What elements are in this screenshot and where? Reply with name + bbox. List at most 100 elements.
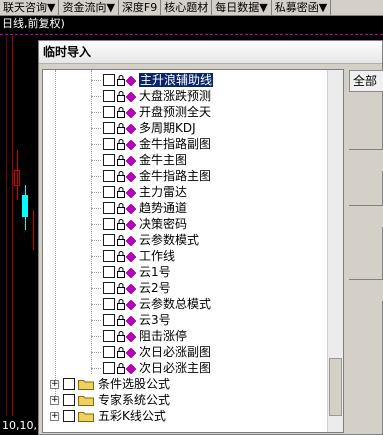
item-checkbox[interactable]: [103, 138, 115, 150]
tree-guide: [91, 128, 101, 129]
formula-item-label: 金牛指路副图: [139, 137, 212, 151]
menu-item-5[interactable]: 每日数据▼: [212, 0, 272, 16]
formula-diamond-icon: [125, 91, 137, 103]
formula-diamond-icon: [125, 155, 137, 167]
formula-tree[interactable]: 主升浪辅助线 大盘涨跌预测 开盘预测全天 多周期KDJ 金牛指路副图 金牛主图 金牛指路主图…: [42, 69, 344, 433]
item-checkbox[interactable]: [103, 234, 115, 246]
formula-item[interactable]: 次日必涨主图: [91, 360, 212, 376]
right-panel-field: [349, 279, 383, 301]
tree-guide: [91, 304, 101, 305]
menu-item-3[interactable]: 深度F9: [119, 0, 162, 16]
formula-diamond-icon: [125, 283, 137, 295]
tree-guide: [91, 160, 101, 161]
item-checkbox[interactable]: [103, 298, 115, 310]
lock-icon: [117, 314, 125, 326]
formula-item[interactable]: 阻击涨停: [91, 328, 188, 344]
tree-guide: [91, 240, 101, 241]
menu-item-2[interactable]: 资金流向▼: [59, 0, 119, 16]
formula-item[interactable]: 主力雷达: [91, 184, 188, 200]
menu-item-4[interactable]: 核心题材: [161, 0, 213, 16]
category-checkbox[interactable]: [63, 410, 75, 422]
item-checkbox[interactable]: [103, 106, 115, 118]
formula-diamond-icon: [125, 75, 137, 87]
expand-icon[interactable]: +: [50, 379, 59, 389]
formula-item[interactable]: 大盘涨跌预测: [91, 88, 212, 104]
lock-icon: [117, 330, 125, 342]
formula-diamond-icon: [125, 347, 137, 359]
item-checkbox[interactable]: [103, 170, 115, 182]
item-checkbox[interactable]: [103, 202, 115, 214]
item-checkbox[interactable]: [103, 250, 115, 262]
lock-icon: [117, 202, 125, 214]
tree-guide: [55, 70, 56, 402]
item-checkbox[interactable]: [103, 90, 115, 102]
category-item[interactable]: + 五彩K线公式: [50, 408, 166, 424]
formula-item[interactable]: 金牛主图: [91, 152, 187, 168]
formula-item-label: 工作线: [139, 249, 176, 263]
formula-diamond-icon: [125, 123, 137, 135]
category-item[interactable]: + 专家系统公式: [50, 392, 170, 408]
tree-guide: [91, 208, 101, 209]
tree-guide: [91, 144, 101, 145]
category-checkbox[interactable]: [63, 378, 75, 390]
formula-diamond-icon: [125, 139, 137, 151]
lock-icon: [117, 362, 125, 374]
item-checkbox[interactable]: [103, 186, 115, 198]
tree-guide: [91, 192, 101, 193]
formula-item[interactable]: 云参数模式: [91, 232, 200, 248]
formula-item-label: 大盘涨跌预测: [139, 89, 212, 103]
category-label: 五彩K线公式: [98, 409, 166, 423]
formula-diamond-icon: [125, 251, 137, 263]
lock-icon: [117, 170, 125, 182]
formula-item[interactable]: 工作线: [91, 248, 176, 264]
item-checkbox[interactable]: [103, 154, 115, 166]
item-checkbox[interactable]: [103, 362, 115, 374]
expand-icon[interactable]: +: [50, 411, 59, 421]
lock-icon: [117, 234, 125, 246]
formula-item-label: 阻击涨停: [139, 329, 188, 343]
formula-diamond-icon: [125, 171, 137, 183]
menu-item-1[interactable]: 联天咨询▼: [0, 0, 60, 16]
item-checkbox[interactable]: [103, 74, 115, 86]
lock-icon: [117, 186, 125, 198]
formula-item[interactable]: 云参数总模式: [91, 296, 211, 312]
item-checkbox[interactable]: [103, 218, 115, 230]
lock-icon: [117, 122, 125, 134]
category-item[interactable]: + 条件选股公式: [50, 376, 170, 392]
formula-item-label: 多周期KDJ: [139, 121, 196, 135]
formula-diamond-icon: [125, 315, 137, 327]
lock-icon: [117, 266, 125, 278]
formula-item[interactable]: 金牛指路主图: [91, 168, 211, 184]
formula-item[interactable]: 主升浪辅助线: [91, 72, 214, 88]
item-checkbox[interactable]: [103, 122, 115, 134]
select-all-button[interactable]: 全部: [349, 70, 383, 92]
item-checkbox[interactable]: [103, 346, 115, 358]
formula-item-label: 次日必涨副图: [139, 345, 212, 359]
formula-item[interactable]: 云1号: [91, 264, 171, 280]
formula-item[interactable]: 次日必涨副图: [91, 344, 212, 360]
formula-item[interactable]: 云3号: [91, 312, 171, 328]
item-checkbox[interactable]: [103, 282, 115, 294]
menu-item-6[interactable]: 私募密函▼: [272, 0, 332, 16]
tree-scrollbar[interactable]: [327, 70, 343, 432]
formula-item-label: 次日必涨主图: [139, 361, 212, 375]
tree-guide: [91, 96, 101, 97]
formula-item[interactable]: 决策密码: [91, 216, 187, 232]
tree-guide: [91, 272, 101, 273]
formula-item[interactable]: 金牛指路副图: [91, 136, 212, 152]
tree-guide: [91, 320, 101, 321]
item-checkbox[interactable]: [103, 330, 115, 342]
item-checkbox[interactable]: [103, 314, 115, 326]
item-checkbox[interactable]: [103, 266, 115, 278]
formula-item[interactable]: 多周期KDJ: [91, 120, 196, 136]
category-checkbox[interactable]: [63, 394, 75, 406]
formula-item[interactable]: 云2号: [91, 280, 171, 296]
lock-icon: [117, 106, 125, 118]
formula-item-label: 云参数模式: [139, 233, 200, 247]
formula-item[interactable]: 开盘预测全天: [91, 104, 211, 120]
scrollbar-thumb[interactable]: [329, 358, 342, 416]
formula-diamond-icon: [125, 219, 137, 231]
expand-icon[interactable]: +: [50, 395, 59, 405]
formula-item[interactable]: 趋势通道: [91, 200, 187, 216]
formula-item-label: 主力雷达: [139, 185, 188, 199]
